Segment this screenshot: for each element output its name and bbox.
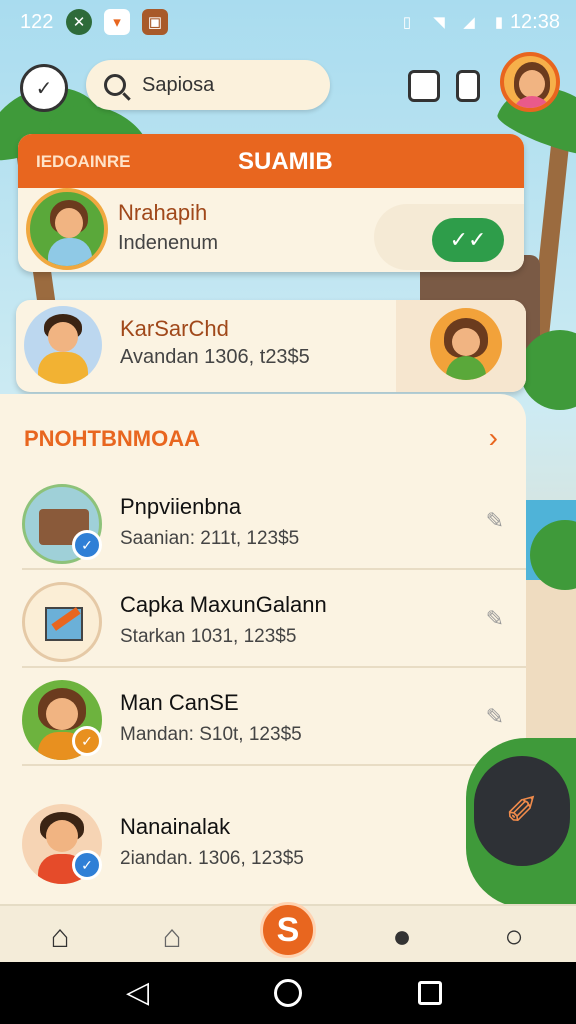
contact-card-side-avatar [430, 308, 502, 380]
app-logo-icon[interactable]: ✓ [20, 64, 68, 112]
list-item-subtitle: 2iandan. 1306, 123$5 [120, 848, 304, 869]
wifi-icon: ◥ [433, 14, 445, 31]
vibrate-icon: ▯ [402, 14, 412, 31]
search-icon [104, 74, 126, 96]
list-item-badge: ✓ [72, 726, 102, 756]
device-icon[interactable] [456, 70, 480, 102]
edit-icon[interactable]: ✎ [486, 704, 504, 730]
contacts-panel: PNOHTBNMOAA › ✓ Pnpviienbna Saanian: 211… [0, 394, 526, 904]
badge-notification-icon: ▾ [104, 9, 130, 35]
chevron-right-icon[interactable]: › [489, 422, 498, 454]
image-notification-icon: ▣ [142, 9, 168, 35]
edit-icon[interactable]: ✎ [486, 508, 504, 534]
nav-center-button[interactable]: S [260, 902, 316, 958]
contact-card-subtitle: Avandan 1306, t23$5 [120, 346, 310, 368]
contact-card-name: KarSarChd [120, 316, 229, 341]
home-icon[interactable]: ⌂ [38, 914, 82, 958]
list-item-name: Man CanSE [120, 690, 239, 715]
list-item-badge: ✓ [72, 530, 102, 560]
list-item-subtitle: Mandan: S10t, 123$5 [120, 724, 302, 745]
search-input[interactable] [142, 73, 312, 97]
featured-subtitle: Indenenum [118, 232, 219, 254]
list-item-name: Nanainalak [120, 814, 231, 839]
signal-icon: ◢ [463, 14, 475, 31]
featured-name: Nrahapih [118, 200, 208, 225]
list-item-subtitle: Starkan 1031, 123$5 [120, 626, 297, 647]
list-item-avatar [22, 582, 102, 662]
brush-icon[interactable]: ✐ [474, 756, 570, 866]
section-title: PNOHTBNMOAA [24, 426, 200, 451]
bottom-navigation: ⌂ ⌂ S ● ○ [0, 902, 576, 962]
status-bar: 122 ✕ ▾ ▣ ▯ ◥ ◢ ▮ 12:38 [0, 0, 576, 44]
contact-card-avatar [24, 306, 102, 384]
divider [22, 764, 526, 766]
system-navigation-bar: ◁ [0, 962, 576, 1024]
list-item-name: Pnpviienbna [120, 494, 242, 519]
list-item-badge: ✓ [72, 850, 102, 880]
featured-avatar [26, 188, 108, 270]
chat-icon[interactable]: ✓✓ [432, 218, 504, 262]
user-icon[interactable]: ● [380, 914, 424, 958]
search-bar[interactable] [86, 60, 330, 110]
status-clock: 12:38 [509, 11, 560, 33]
profile-icon[interactable]: ○ [492, 914, 536, 958]
status-left-text: 122 [20, 11, 54, 33]
list-item-name: Capka MaxunGalann [120, 592, 327, 617]
featured-card-header: IEDOAINRE SUAMIB [18, 134, 524, 188]
app-notification-icon: ✕ [66, 9, 92, 35]
contact-card[interactable]: KarSarChd Avandan 1306, t23$5 [16, 300, 526, 392]
list-item[interactable]: Capka MaxunGalann Starkan 1031, 123$5 ✎ [0, 570, 526, 668]
contact-card-side [396, 300, 526, 392]
recent-apps-icon[interactable] [418, 981, 442, 1005]
list-item-subtitle: Saanian: 211t, 123$5 [120, 528, 300, 549]
featured-card[interactable]: IEDOAINRE SUAMIB Nrahapih Indenenum ✓✓ [18, 134, 524, 272]
home-circle-icon[interactable] [274, 979, 302, 1007]
app-header: ✓ [0, 50, 576, 120]
edit-icon[interactable]: ✎ [486, 606, 504, 632]
cast-icon[interactable] [408, 70, 440, 102]
list-item[interactable]: ✓ Man CanSE Mandan: S10t, 123$5 ✎ [0, 668, 526, 766]
battery-icon: ▮ [494, 14, 504, 31]
back-icon[interactable]: ◁ [126, 978, 149, 1008]
list-item[interactable]: ✓ Nanainalak 2iandan. 1306, 123$5 [0, 792, 526, 890]
list-item[interactable]: ✓ Pnpviienbna Saanian: 211t, 123$5 ✎ [0, 472, 526, 570]
profile-avatar[interactable] [500, 52, 560, 112]
featured-header-title: SUAMIB [238, 148, 333, 175]
featured-header-left: IEDOAINRE [36, 152, 131, 171]
house-icon[interactable]: ⌂ [150, 914, 194, 958]
